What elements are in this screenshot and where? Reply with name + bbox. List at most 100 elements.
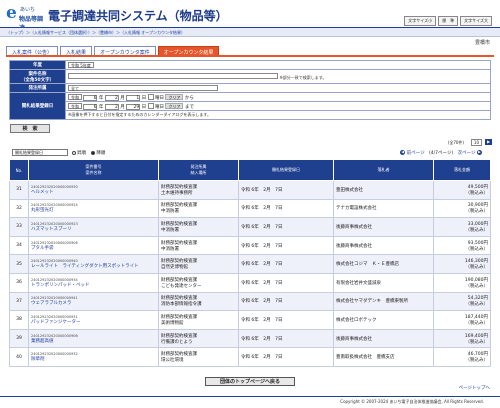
from-year-input[interactable]: 6 (83, 94, 98, 101)
to-clear-button[interactable]: クリア (165, 102, 184, 109)
back-to-top-button[interactable]: 団体のトップページへ戻る (205, 377, 295, 386)
breadcrumb[interactable]: （トップ）＞（入札情報サービス（団体選択））＞（豊橋市）＞（入札情報 オープンカ… (6, 30, 185, 36)
page-top-link[interactable]: ページトップへ (459, 385, 490, 391)
next-page-icon[interactable]: ▶ (477, 150, 482, 155)
from-clear-button[interactable]: クリア (165, 93, 184, 100)
to-month-input[interactable]: 2 (104, 103, 119, 110)
row-no: 36 (9, 272, 29, 293)
tab-bid-results[interactable]: 入札結果 (60, 46, 93, 56)
result-date: 令和 6年 2月 7日 (238, 328, 334, 349)
delivery-place: 美術博物館 (161, 320, 184, 326)
result-date-label: 開札結果登録日 (9, 92, 66, 120)
col-shozoku: 発注所属 納入場所 (158, 159, 239, 181)
tax-note: （税込み） (465, 265, 489, 271)
winner: 豊南取扱株式会社 豊橋支店 (333, 347, 434, 367)
result-date: 令和 6年 2月 7日 (238, 198, 334, 219)
case-name-link[interactable]: ウェアラブルカメラ (31, 300, 156, 306)
case-name-link[interactable]: 業務超高値 (31, 338, 156, 344)
fiscal-year-label: 年度 (9, 60, 66, 70)
tax-note: （税込み） (465, 246, 489, 252)
winner: テナカ電設株式会社 (333, 198, 434, 219)
case-name-link[interactable]: トランポリンパッド・ベッド (31, 282, 156, 288)
from-day-input[interactable]: 1 (126, 94, 141, 101)
font-small-button[interactable]: 文字サイズ小 (404, 16, 437, 26)
font-size-buttons: 文字サイズ小 標 準 文字サイズ大 (404, 16, 492, 26)
per-page-go-icon[interactable]: ▶ (485, 139, 492, 145)
tab-open-counter-results[interactable]: オープンカウンタ結果 (157, 46, 220, 56)
to-day-input[interactable]: 29 (126, 103, 141, 110)
table-row: 34 240129232020000000906 ブタル手袋 財務部契約検査課 中消防署… (9, 235, 491, 256)
to-era-select[interactable]: 令和 (68, 102, 82, 109)
sort-key-select[interactable]: 開札結果登録日 (12, 149, 68, 156)
city-name: 豊橋市 (474, 40, 490, 46)
prev-page-icon[interactable]: ◀ (400, 150, 406, 155)
winner: 株式会社ヤマダデンキ 豊橋東製所 (333, 291, 434, 312)
calendar-note: ※画像を押下すると日付を指定するためのカレンダーダイアログを表示します。 (68, 112, 211, 117)
delivery-place: 行備課のとよう (161, 339, 193, 345)
per-page-select[interactable]: 10 (470, 139, 482, 146)
row-no: 34 (9, 235, 29, 256)
to-year-input[interactable]: 6 (83, 103, 98, 110)
site-logo[interactable]: e あいち 物品等調達 (6, 3, 46, 32)
sort-asc-radio[interactable] (72, 150, 76, 155)
footer: Copyright © 2007-2024 あいち電子自治体推進協議会, All… (0, 396, 500, 408)
table-row: 38 240129232020000000931 パッドファンジケーター 財務部契約検… (9, 310, 491, 330)
tab-underline (6, 55, 494, 57)
from-month-input[interactable]: 2 (104, 94, 119, 101)
from-calendar-icon[interactable] (147, 94, 154, 100)
winner: 株式会社ロボテック (333, 310, 434, 330)
winner: 後藤商事株式会社 (333, 217, 434, 237)
case-name-link[interactable]: ヘルメット (31, 189, 156, 195)
case-name-link[interactable]: 除草剤 (31, 356, 156, 362)
search-button[interactable]: 検 索 (10, 124, 50, 133)
tax-note: （税込み） (465, 358, 489, 364)
col-no: No. (9, 159, 29, 181)
partial-match-note: ※部分一致で検索します。 (279, 74, 327, 80)
breadcrumb-bar: （トップ）＞（入札情報サービス（団体選択））＞（豊橋市）＞（入札情報 オープンカ… (0, 28, 500, 37)
delivery-place: 中消防署 (161, 209, 179, 215)
to-calendar-icon[interactable] (147, 103, 154, 109)
tax-note: （税込み） (465, 209, 489, 215)
case-name-link[interactable]: レールライト ライティングダクト用スポットライト (31, 263, 156, 269)
result-date: 令和 6年 2月 7日 (238, 217, 334, 237)
result-date: 令和 6年 2月 7日 (238, 291, 334, 312)
sort-desc-radio[interactable] (91, 150, 96, 155)
row-no: 38 (9, 310, 29, 330)
next-page-link[interactable]: 次ページ (458, 151, 476, 156)
row-no: 39 (9, 328, 29, 349)
tax-note: （税込み） (465, 227, 489, 233)
table-row: 35 240129232020000000940 レールライト ライティングダクト用… (9, 254, 491, 274)
result-date: 令和 6年 2月 7日 (238, 254, 334, 274)
winner: 株式会社コジマ Ｋ・Ｅ豊橋店 (333, 254, 434, 274)
case-name-input[interactable] (68, 72, 278, 79)
tab-open-counter[interactable]: オープンカウンタ案件 (94, 46, 156, 56)
page-indicator: (4/7ページ) (429, 151, 454, 156)
prev-page-link[interactable]: 前ページ (407, 151, 425, 156)
row-no: 35 (9, 254, 29, 274)
sort-order-radios: 昇順 降順 (72, 150, 105, 156)
row-no: 33 (9, 217, 29, 237)
department-select[interactable]: 全て (68, 84, 218, 91)
case-name-link[interactable]: 丸形蛍光灯 (31, 207, 156, 213)
tab-bid-announcement[interactable]: 入札案件（公告） (6, 46, 59, 56)
fiscal-year-select[interactable]: 令和 5年度 (68, 61, 94, 68)
case-name-link[interactable]: ハズマットスプーリ (31, 226, 156, 232)
col-winner: 落札者 (333, 159, 434, 181)
table-row: 31 240129232020000000930 ヘルメット 財務部契約検査課 土木維持… (9, 180, 491, 200)
font-standard-button[interactable]: 標 準 (438, 16, 459, 26)
col-price: 落札金額 (433, 159, 491, 181)
winner: 有限会社岩井文盛減泉 (333, 272, 434, 293)
delivery-place: 土木維持事務所 (161, 190, 193, 196)
col-anken: 案件番号 案件名称 (28, 159, 159, 181)
col-date: 開札結果登録日 (238, 159, 334, 181)
from-era-select[interactable]: 令和 (68, 93, 82, 100)
delivery-place: 消防本部情報指令課 (161, 302, 202, 308)
table-row: 39 240129232020000000906 業務超高値 財務部契約検査課 行備課の… (9, 328, 491, 349)
case-name-link[interactable]: ブタル手袋 (31, 245, 156, 251)
delivery-place: 環公吐環境 (161, 358, 184, 364)
row-no: 31 (9, 180, 29, 200)
font-large-button[interactable]: 文字サイズ大 (460, 16, 492, 26)
case-name-link[interactable]: パッドファンジケーター (31, 319, 156, 325)
table-row: 40 240129232020000000932 除草剤 財務部契約検査課 環公吐環境令… (9, 347, 491, 367)
tax-note: （税込み） (465, 283, 489, 289)
